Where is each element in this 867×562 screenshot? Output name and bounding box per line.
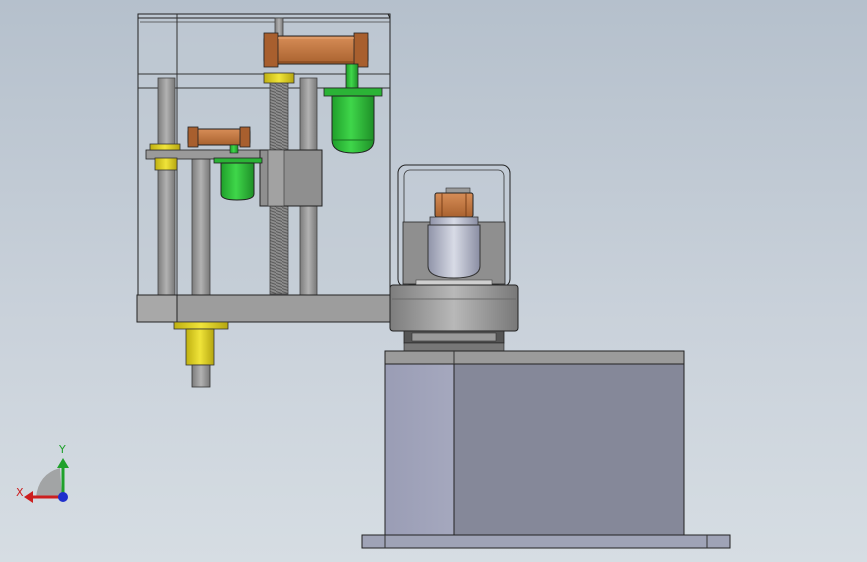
left-gearbox-assembly[interactable] [136,13,391,388]
guide-rod-left [157,77,176,296]
bottom-shaft [191,364,211,388]
rotary-assembly[interactable] [361,164,731,549]
small-green-motor-flange [213,157,263,164]
cad-viewport[interactable]: Y X [0,0,867,562]
base-box-top [384,350,685,365]
turntable-disc [389,284,519,332]
orientation-triad [24,458,69,503]
silver-motor [427,224,481,279]
top-timing-belt [263,35,369,65]
large-green-motor [331,95,375,154]
base-plate [361,534,731,549]
guide-rod-middle [191,149,211,296]
yellow-bushing-bottom [185,328,215,366]
yellow-washer-top [263,72,295,84]
yellow-bushing-bottom-flange [173,321,229,330]
base-box-side [384,363,455,536]
small-green-motor [220,162,255,201]
orange-coupling [434,192,474,218]
triad-y-label: Y [59,443,66,456]
assembly-drawing [24,13,731,549]
large-green-motor-flange [323,87,383,97]
yellow-bushing-left [149,143,181,151]
triad-x-label: X [16,486,24,499]
